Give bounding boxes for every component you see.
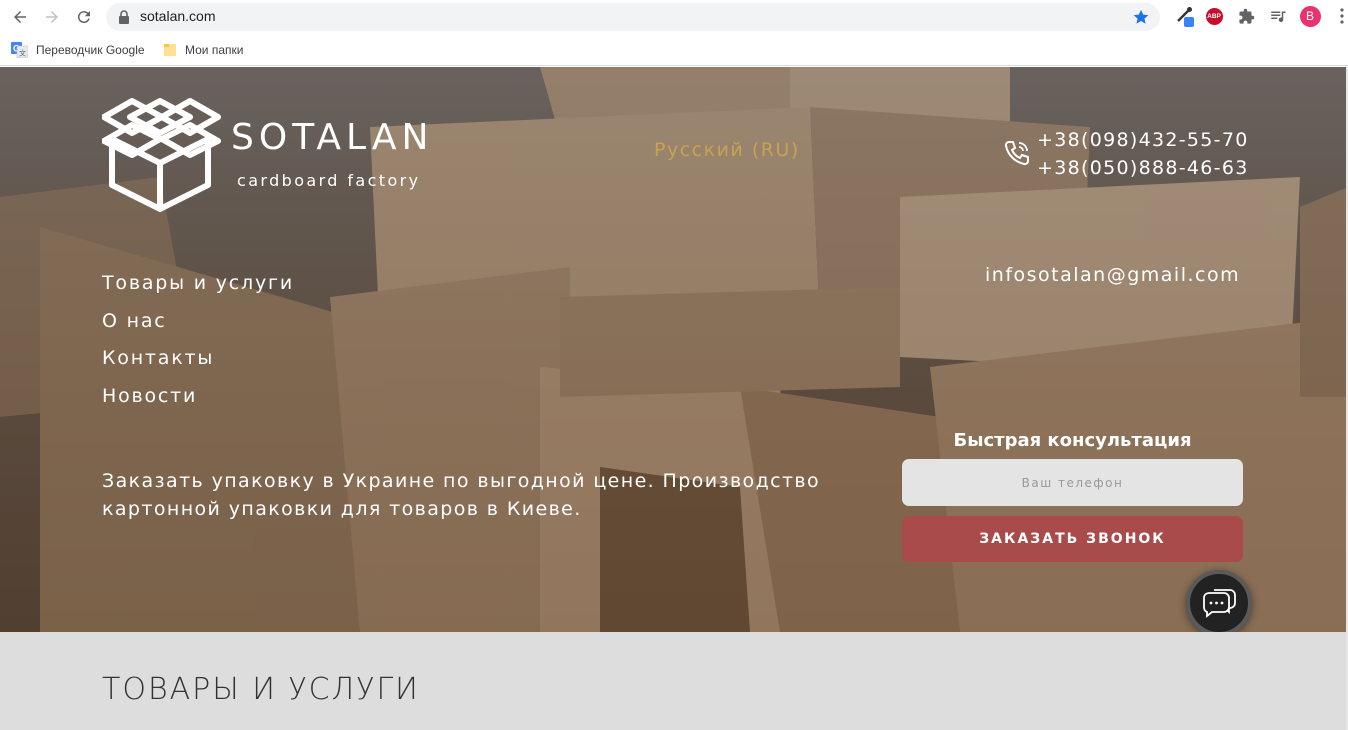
language-switcher[interactable]: Русский (RU)	[654, 139, 800, 161]
nav-news[interactable]: Новости	[102, 385, 197, 407]
url-text: sotalan.com	[140, 8, 216, 24]
lock-icon	[119, 10, 129, 24]
bookmark-my-folders[interactable]: Мои папки	[163, 40, 243, 60]
logo-tagline: cardboard factory	[237, 171, 421, 190]
arrow-right-icon	[46, 11, 58, 23]
box-logo-icon	[102, 98, 221, 212]
bookmark-google-translate[interactable]: G 文 Переводчик Google	[11, 40, 145, 60]
extensions-button[interactable]	[1235, 5, 1257, 27]
playlist-icon	[1271, 11, 1286, 23]
menu-button[interactable]	[1331, 5, 1348, 27]
avatar: B	[1299, 5, 1321, 27]
svg-text:文: 文	[19, 49, 26, 58]
nav-products-services[interactable]: Товары и услуги	[102, 272, 294, 294]
hero-section: SOTALAN cardboard factory Русский (RU) +…	[0, 67, 1348, 632]
phone-icon	[1004, 141, 1029, 166]
products-heading: ТОВАРЫ И УСЛУГИ	[102, 672, 420, 707]
media-control-button[interactable]	[1267, 5, 1289, 27]
arrow-left-icon	[14, 11, 26, 23]
reload-button[interactable]	[72, 5, 96, 29]
eyedropper-extension[interactable]	[1174, 5, 1196, 27]
folder-icon	[164, 44, 176, 56]
profile-button[interactable]: B	[1299, 5, 1321, 27]
products-section: ТОВАРЫ И УСЛУГИ	[0, 632, 1348, 730]
google-translate-icon: G 文	[11, 42, 28, 58]
more-vert-icon	[1340, 8, 1344, 24]
bookmarks-bar: G 文 Переводчик Google Мои папки	[0, 34, 1348, 66]
forward-button[interactable]	[40, 5, 64, 29]
nav-about[interactable]: О нас	[102, 310, 167, 332]
bookmark-star-icon[interactable]	[1132, 8, 1150, 26]
nav-contacts[interactable]: Контакты	[102, 347, 214, 369]
phone-number-1[interactable]: +38(098)432-55-70	[1037, 129, 1249, 151]
bookmark-label: Мои папки	[185, 43, 244, 57]
chat-bubbles-icon	[1203, 589, 1236, 618]
logo-name: SOTALAN	[231, 117, 434, 158]
order-call-button[interactable]: ЗАКАЗАТЬ ЗВОНОК	[902, 516, 1243, 562]
puzzle-icon	[1238, 8, 1254, 24]
reload-icon	[77, 11, 90, 24]
hero-tagline: Заказать упаковку в Украине по выгодной …	[102, 470, 821, 520]
email-link[interactable]: infosotalan@gmail.com	[985, 264, 1240, 286]
bookmark-label: Переводчик Google	[36, 43, 145, 57]
eyedropper-icon	[1177, 7, 1194, 27]
phone-number-2[interactable]: +38(050)888-46-63	[1037, 157, 1249, 179]
chat-widget-button[interactable]	[1186, 570, 1252, 632]
phone-input[interactable]	[902, 459, 1243, 506]
address-bar[interactable]: sotalan.com	[106, 3, 1160, 31]
browser-toolbar: sotalan.com ABP B	[0, 0, 1348, 34]
consult-title: Быстрая консультация	[953, 430, 1192, 451]
adblock-extension[interactable]: ABP	[1203, 5, 1225, 27]
adblock-icon: ABP	[1205, 7, 1223, 25]
back-button[interactable]	[8, 5, 32, 29]
